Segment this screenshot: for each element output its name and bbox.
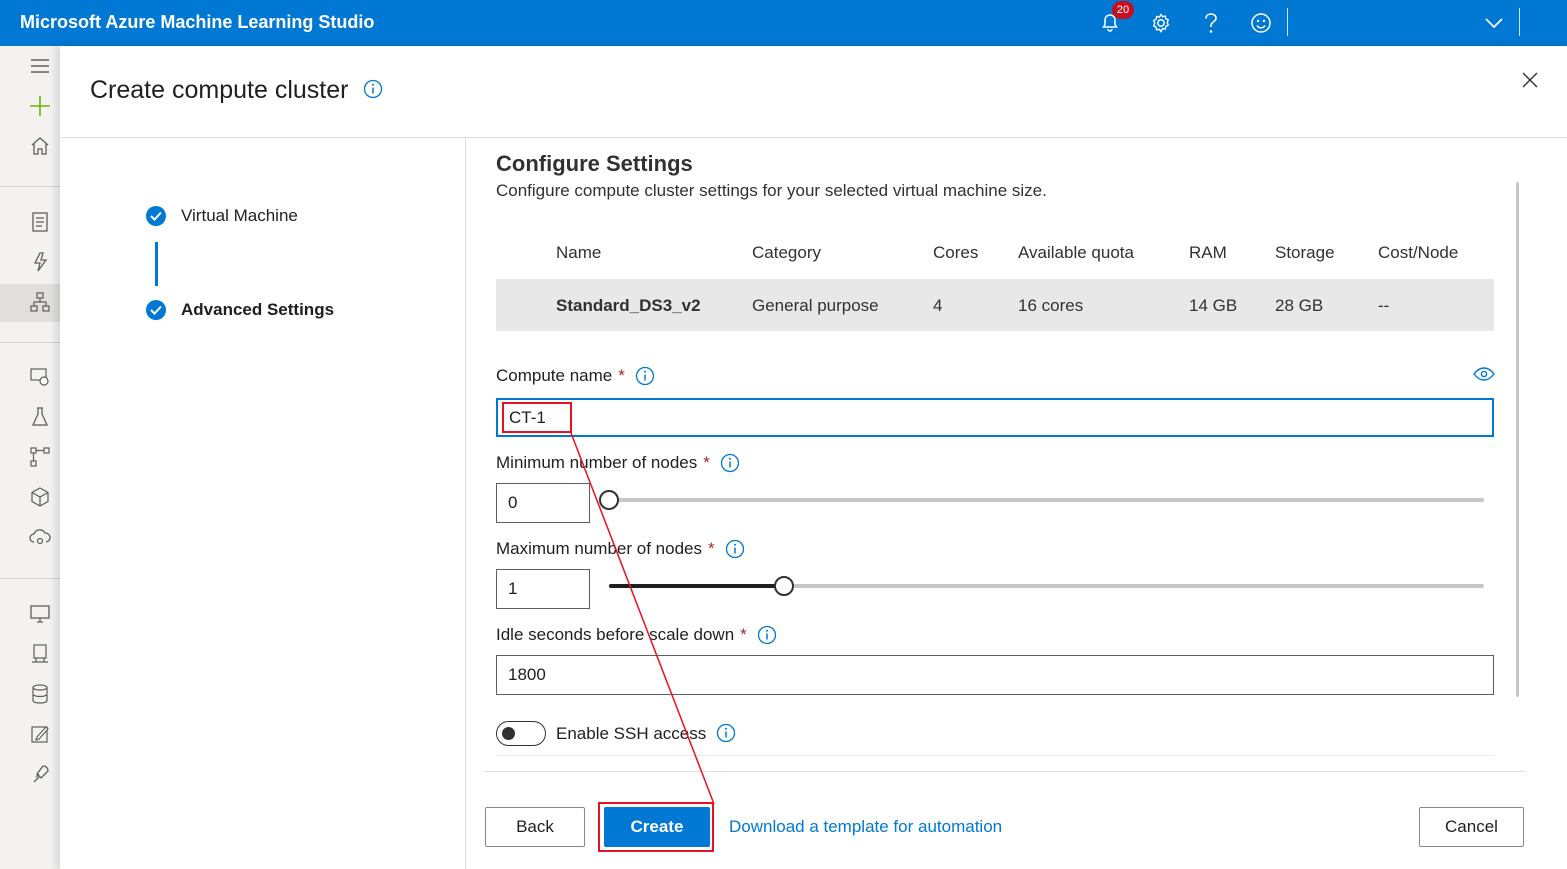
models-icon[interactable]: [27, 484, 53, 510]
table-cell: 28 GB: [1275, 296, 1324, 315]
back-button[interactable]: Back: [485, 807, 585, 847]
pipelines-icon[interactable]: [27, 444, 53, 470]
table-header: Cores: [933, 243, 979, 262]
info-icon[interactable]: [635, 366, 655, 386]
designer-icon[interactable]: [27, 289, 53, 315]
footer-divider: [485, 771, 1525, 772]
divider: [1519, 8, 1520, 36]
table-header: Name: [556, 243, 602, 262]
gear-icon[interactable]: [1146, 8, 1176, 38]
max-nodes-slider-thumb[interactable]: [774, 576, 794, 596]
scrollbar[interactable]: [1516, 182, 1519, 697]
eye-icon[interactable]: [1473, 367, 1495, 386]
idle-seconds-label-text: Idle seconds before scale down: [496, 625, 735, 644]
min-nodes-slider-track[interactable]: [609, 498, 1484, 502]
checkmark-icon: [146, 206, 166, 226]
max-nodes-label-text: Maximum number of nodes: [496, 539, 702, 558]
required-marker: *: [618, 366, 625, 385]
endpoints-icon[interactable]: [27, 524, 53, 550]
top-bar: Microsoft Azure Machine Learning Studio …: [0, 0, 1567, 46]
max-nodes-label: Maximum number of nodes *: [496, 539, 745, 559]
labeling-icon[interactable]: [27, 721, 53, 747]
automl-icon[interactable]: [27, 249, 53, 275]
datastores-icon[interactable]: [27, 681, 53, 707]
table-header: Category: [752, 243, 821, 262]
annotation-box-name: [502, 402, 572, 433]
table-header: Available quota: [1018, 243, 1134, 262]
section-title: Configure Settings: [496, 151, 693, 176]
info-icon[interactable]: [720, 453, 740, 473]
idle-seconds-label: Idle seconds before scale down *: [496, 625, 777, 645]
page-title-text: Create compute cluster: [90, 76, 349, 104]
toggle-knob: [502, 727, 515, 740]
table-header: RAM: [1189, 243, 1227, 262]
table-cell: 4: [933, 296, 943, 315]
notification-badge: 20: [1112, 1, 1134, 19]
cancel-button[interactable]: Cancel: [1419, 807, 1524, 847]
table-cell: --: [1378, 296, 1390, 315]
required-marker: *: [703, 453, 710, 472]
table-cell: 14 GB: [1189, 296, 1238, 315]
divider: [496, 755, 1494, 756]
step-connector: [155, 242, 158, 286]
idle-seconds-input[interactable]: [496, 655, 1494, 695]
notebook-icon[interactable]: [27, 209, 53, 235]
min-nodes-label: Minimum number of nodes *: [496, 453, 740, 473]
required-marker: *: [707, 539, 715, 558]
annotation-box-create: [598, 802, 714, 852]
smiley-icon[interactable]: [1246, 8, 1276, 38]
environments-icon[interactable]: [27, 641, 53, 667]
nav-divider: [0, 342, 60, 343]
left-nav: [0, 46, 60, 869]
table-cell: Standard_DS3_v2: [556, 296, 701, 315]
help-icon[interactable]: [1196, 8, 1226, 38]
app-title: Microsoft Azure Machine Learning Studio: [20, 12, 375, 32]
datasets-icon[interactable]: [27, 364, 53, 390]
compute-name-label-text: Compute name: [496, 366, 613, 385]
nav-divider: [0, 578, 60, 579]
max-nodes-input[interactable]: [496, 569, 590, 609]
table-cell: 16 cores: [1018, 296, 1084, 315]
hamburger-icon[interactable]: [27, 53, 53, 79]
compute-name-input[interactable]: [496, 398, 1494, 437]
section-subtitle: Configure compute cluster settings for y…: [496, 181, 1047, 200]
linked-services-icon[interactable]: [27, 761, 53, 787]
step-label: Virtual Machine: [181, 206, 298, 225]
info-icon[interactable]: [716, 723, 736, 748]
home-icon[interactable]: [27, 133, 53, 159]
ssh-label: Enable SSH access: [556, 724, 707, 743]
header-divider: [60, 137, 1567, 138]
min-nodes-slider-thumb[interactable]: [599, 490, 619, 510]
close-icon[interactable]: [1520, 70, 1544, 94]
compute-icon[interactable]: [27, 601, 53, 627]
compute-name-label: Compute name *: [496, 366, 655, 386]
nav-divider: [0, 186, 60, 187]
info-icon[interactable]: [757, 625, 777, 645]
create-compute-panel: Create compute cluster Virtual Machine A…: [60, 46, 1567, 869]
chevron-down-icon[interactable]: [1479, 8, 1509, 38]
checkmark-icon: [146, 300, 166, 320]
table-header: Cost/Node: [1378, 243, 1459, 262]
wizard-divider: [465, 138, 466, 869]
download-template-link[interactable]: Download a template for automation: [729, 817, 1002, 837]
required-marker: *: [740, 625, 747, 644]
info-icon[interactable]: [725, 539, 745, 559]
step-label: Advanced Settings: [181, 300, 335, 319]
info-icon[interactable]: [363, 77, 383, 106]
min-nodes-input[interactable]: [496, 483, 590, 523]
divider: [1287, 8, 1288, 36]
step-virtual-machine[interactable]: Virtual Machine: [146, 206, 298, 226]
step-advanced-settings[interactable]: Advanced Settings: [146, 300, 334, 320]
page-title: Create compute cluster: [90, 76, 383, 106]
experiments-icon[interactable]: [27, 404, 53, 430]
plus-icon[interactable]: [27, 93, 53, 119]
ssh-toggle[interactable]: [496, 721, 546, 746]
table-header: Storage: [1275, 243, 1335, 262]
table-cell: General purpose: [752, 296, 879, 315]
min-nodes-label-text: Minimum number of nodes: [496, 453, 698, 472]
max-nodes-slider-fill: [609, 584, 784, 588]
